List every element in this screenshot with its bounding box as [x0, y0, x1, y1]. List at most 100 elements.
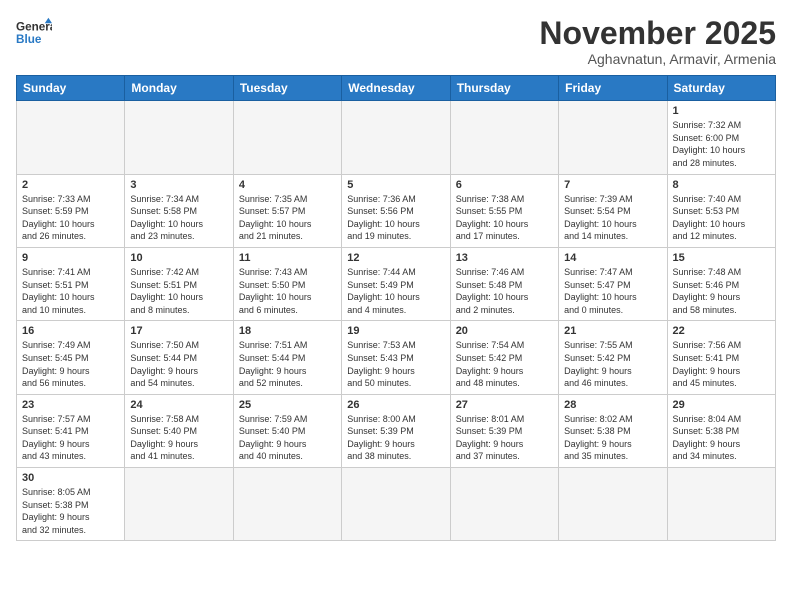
calendar-cell: [233, 101, 341, 174]
calendar-cell: 16 Sunrise: 7:49 AM Sunset: 5:45 PM Dayli…: [17, 321, 125, 394]
day-number: 19: [347, 325, 444, 337]
calendar-cell: 12Sunrise: 7:44 AM Sunset: 5:49 PM Dayli…: [342, 247, 450, 320]
calendar-cell: 10 Sunrise: 7:42 AM Sunset: 5:51 PM Dayli…: [125, 247, 233, 320]
day-info: Sunrise: 7:36 AM Sunset: 5:56 PM Dayligh…: [347, 193, 444, 243]
calendar-cell: 17 Sunrise: 7:50 AM Sunset: 5:44 PM Dayli…: [125, 321, 233, 394]
day-number: 27: [456, 399, 553, 411]
calendar-cell: 26 Sunrise: 8:00 AM Sunset: 5:39 PM Dayli…: [342, 394, 450, 467]
day-info: Sunrise: 7:33 AM Sunset: 5:59 PM Dayligh…: [22, 193, 119, 243]
calendar-cell: [17, 101, 125, 174]
day-info: Sunrise: 7:32 AM Sunset: 6:00 PM Dayligh…: [673, 119, 770, 169]
location-subtitle: Aghavnatun, Armavir, Armenia: [539, 51, 776, 67]
day-number: 4: [239, 179, 336, 191]
day-number: 21: [564, 325, 661, 337]
calendar-cell: [342, 101, 450, 174]
calendar-cell: 15Sunrise: 7:48 AM Sunset: 5:46 PM Dayli…: [667, 247, 775, 320]
day-info: Sunrise: 7:35 AM Sunset: 5:57 PM Dayligh…: [239, 193, 336, 243]
calendar-week-row: 30 Sunrise: 8:05 AM Sunset: 5:38 PM Dayli…: [17, 468, 776, 541]
day-number: 15: [673, 252, 770, 264]
day-number: 6: [456, 179, 553, 191]
calendar-cell: 24Sunrise: 7:58 AM Sunset: 5:40 PM Dayli…: [125, 394, 233, 467]
day-number: 25: [239, 399, 336, 411]
day-number: 18: [239, 325, 336, 337]
calendar-cell: 5 Sunrise: 7:36 AM Sunset: 5:56 PM Daylig…: [342, 174, 450, 247]
day-info: Sunrise: 7:39 AM Sunset: 5:54 PM Dayligh…: [564, 193, 661, 243]
day-number: 26: [347, 399, 444, 411]
calendar-cell: [559, 468, 667, 541]
day-number: 23: [22, 399, 119, 411]
calendar-cell: 21Sunrise: 7:55 AM Sunset: 5:42 PM Dayli…: [559, 321, 667, 394]
day-info: Sunrise: 7:50 AM Sunset: 5:44 PM Dayligh…: [130, 339, 227, 389]
calendar-cell: [233, 468, 341, 541]
calendar-cell: [125, 101, 233, 174]
calendar-cell: 2 Sunrise: 7:33 AM Sunset: 5:59 PM Daylig…: [17, 174, 125, 247]
calendar-cell: 6 Sunrise: 7:38 AM Sunset: 5:55 PM Daylig…: [450, 174, 558, 247]
calendar-cell: 1 Sunrise: 7:32 AM Sunset: 6:00 PM Daylig…: [667, 101, 775, 174]
day-info: Sunrise: 8:02 AM Sunset: 5:38 PM Dayligh…: [564, 413, 661, 463]
day-number: 28: [564, 399, 661, 411]
calendar-cell: 9Sunrise: 7:41 AM Sunset: 5:51 PM Daylig…: [17, 247, 125, 320]
day-info: Sunrise: 7:56 AM Sunset: 5:41 PM Dayligh…: [673, 339, 770, 389]
day-number: 10: [130, 252, 227, 264]
day-number: 12: [347, 252, 444, 264]
day-info: Sunrise: 7:47 AM Sunset: 5:47 PM Dayligh…: [564, 266, 661, 316]
calendar-cell: 22 Sunrise: 7:56 AM Sunset: 5:41 PM Dayli…: [667, 321, 775, 394]
calendar-cell: [342, 468, 450, 541]
day-number: 16: [22, 325, 119, 337]
calendar-cell: 30 Sunrise: 8:05 AM Sunset: 5:38 PM Dayli…: [17, 468, 125, 541]
calendar-cell: 28 Sunrise: 8:02 AM Sunset: 5:38 PM Dayli…: [559, 394, 667, 467]
day-info: Sunrise: 7:43 AM Sunset: 5:50 PM Dayligh…: [239, 266, 336, 316]
calendar-cell: 18Sunrise: 7:51 AM Sunset: 5:44 PM Dayli…: [233, 321, 341, 394]
calendar-cell: [125, 468, 233, 541]
svg-text:Blue: Blue: [16, 33, 42, 46]
day-number: 1: [673, 105, 770, 117]
day-number: 30: [22, 472, 119, 484]
day-number: 14: [564, 252, 661, 264]
calendar-cell: 4 Sunrise: 7:35 AM Sunset: 5:57 PM Daylig…: [233, 174, 341, 247]
calendar-cell: 27Sunrise: 8:01 AM Sunset: 5:39 PM Dayli…: [450, 394, 558, 467]
calendar-week-row: 2 Sunrise: 7:33 AM Sunset: 5:59 PM Daylig…: [17, 174, 776, 247]
day-number: 8: [673, 179, 770, 191]
header-day-friday: Friday: [559, 76, 667, 101]
day-number: 2: [22, 179, 119, 191]
calendar-cell: [559, 101, 667, 174]
calendar-cell: 11 Sunrise: 7:43 AM Sunset: 5:50 PM Dayli…: [233, 247, 341, 320]
day-number: 5: [347, 179, 444, 191]
day-number: 20: [456, 325, 553, 337]
logo: General Blue: [16, 16, 52, 52]
day-info: Sunrise: 7:58 AM Sunset: 5:40 PM Dayligh…: [130, 413, 227, 463]
day-info: Sunrise: 7:57 AM Sunset: 5:41 PM Dayligh…: [22, 413, 119, 463]
day-number: 13: [456, 252, 553, 264]
calendar-week-row: 16 Sunrise: 7:49 AM Sunset: 5:45 PM Dayli…: [17, 321, 776, 394]
calendar-cell: 19Sunrise: 7:53 AM Sunset: 5:43 PM Dayli…: [342, 321, 450, 394]
day-info: Sunrise: 7:59 AM Sunset: 5:40 PM Dayligh…: [239, 413, 336, 463]
day-info: Sunrise: 7:38 AM Sunset: 5:55 PM Dayligh…: [456, 193, 553, 243]
day-info: Sunrise: 7:34 AM Sunset: 5:58 PM Dayligh…: [130, 193, 227, 243]
day-number: 9: [22, 252, 119, 264]
day-number: 7: [564, 179, 661, 191]
calendar-cell: [450, 468, 558, 541]
day-number: 22: [673, 325, 770, 337]
calendar-week-row: 1 Sunrise: 7:32 AM Sunset: 6:00 PM Daylig…: [17, 101, 776, 174]
header-day-saturday: Saturday: [667, 76, 775, 101]
day-info: Sunrise: 8:00 AM Sunset: 5:39 PM Dayligh…: [347, 413, 444, 463]
generalblue-logo-icon: General Blue: [16, 16, 52, 52]
calendar-cell: 29Sunrise: 8:04 AM Sunset: 5:38 PM Dayli…: [667, 394, 775, 467]
calendar-cell: 7 Sunrise: 7:39 AM Sunset: 5:54 PM Daylig…: [559, 174, 667, 247]
day-info: Sunrise: 8:05 AM Sunset: 5:38 PM Dayligh…: [22, 486, 119, 536]
calendar-cell: 20 Sunrise: 7:54 AM Sunset: 5:42 PM Dayli…: [450, 321, 558, 394]
page-header: General Blue November 2025 Aghavnatun, A…: [16, 16, 776, 67]
header-day-monday: Monday: [125, 76, 233, 101]
day-number: 17: [130, 325, 227, 337]
day-info: Sunrise: 7:46 AM Sunset: 5:48 PM Dayligh…: [456, 266, 553, 316]
day-number: 11: [239, 252, 336, 264]
day-info: Sunrise: 8:04 AM Sunset: 5:38 PM Dayligh…: [673, 413, 770, 463]
calendar-cell: [450, 101, 558, 174]
day-info: Sunrise: 7:42 AM Sunset: 5:51 PM Dayligh…: [130, 266, 227, 316]
calendar-cell: 3Sunrise: 7:34 AM Sunset: 5:58 PM Daylig…: [125, 174, 233, 247]
day-info: Sunrise: 7:54 AM Sunset: 5:42 PM Dayligh…: [456, 339, 553, 389]
day-info: Sunrise: 7:49 AM Sunset: 5:45 PM Dayligh…: [22, 339, 119, 389]
calendar-week-row: 23 Sunrise: 7:57 AM Sunset: 5:41 PM Dayli…: [17, 394, 776, 467]
header-day-tuesday: Tuesday: [233, 76, 341, 101]
calendar-cell: 23 Sunrise: 7:57 AM Sunset: 5:41 PM Dayli…: [17, 394, 125, 467]
